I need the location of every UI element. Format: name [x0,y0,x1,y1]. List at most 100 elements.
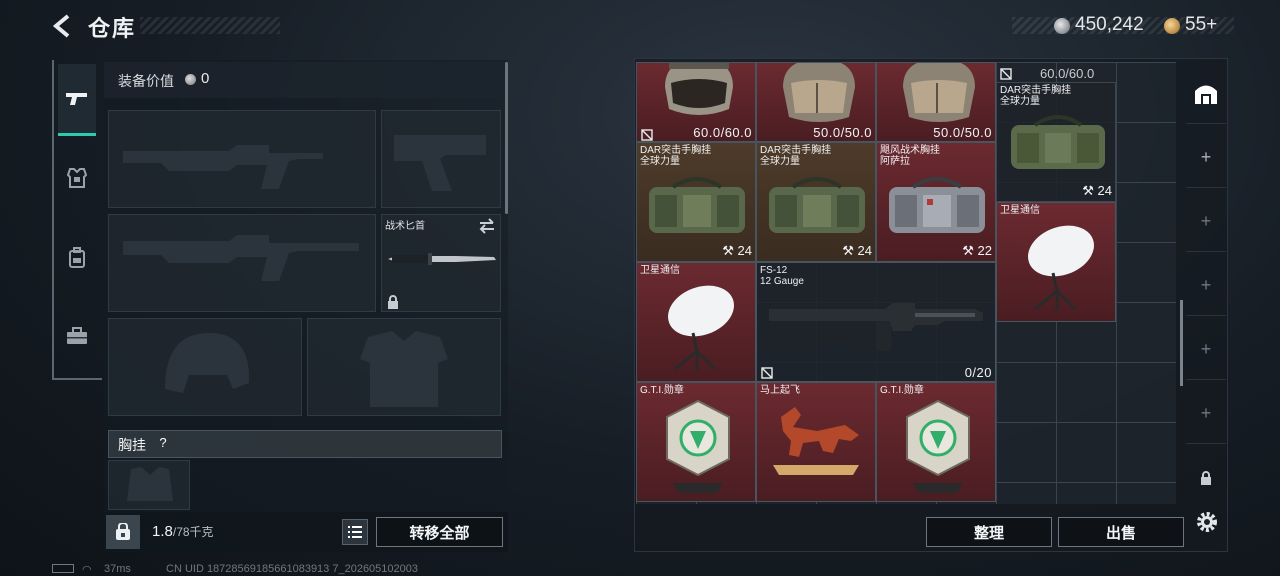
helmet-item-partial[interactable]: 60.0/60.0 [996,62,1116,82]
item-subtitle: 12 Gauge [760,276,804,287]
durability: 60.0/60.0 [1040,66,1095,81]
settings-button[interactable] [1194,509,1220,535]
back-button[interactable] [50,12,78,40]
no-insure-icon [1000,68,1012,80]
no-insure-icon [761,367,773,379]
count-value: 24 [857,243,872,258]
tab-rail-bottom [52,378,102,380]
briefcase-icon [67,327,87,344]
helmet-silhouette-icon [165,333,250,393]
item-name: DAR突击手胸挂 [1000,85,1072,96]
weight-icon [106,515,140,549]
silver-amount: 450,242 [1075,14,1144,35]
durability: 60.0/60.0 [693,125,752,140]
secondary-weapon-slot[interactable] [108,214,376,312]
item-count: ⚒ 22 [962,243,992,258]
chest-rig-silhouette-icon [127,467,173,501]
helmet-item[interactable]: 50.0/50.0 [876,62,996,142]
grid-scrollbar[interactable] [1180,300,1183,386]
no-insure-icon [641,129,653,141]
vest-silhouette-icon [360,331,448,407]
ping-value: 37ms [104,563,131,575]
carry-weight-value: 1.8 [152,523,173,540]
chest-rig-item[interactable]: 飓风战术胸挂 阿萨拉 ⚒ 22 [876,142,996,262]
transfer-all-button[interactable]: 转移全部 [376,517,503,547]
item-name: G.T.I.勋章 [880,385,924,396]
medal-icon [666,399,730,493]
pistol-silhouette-icon [394,135,486,191]
silver-coin-icon [1054,18,1070,34]
item-name: DAR突击手胸挂 [760,145,832,156]
satellite-item[interactable]: 卫星通信 [996,202,1116,322]
swap-icon[interactable] [478,218,496,234]
scrollbar[interactable] [505,62,508,214]
medal-icon [906,399,970,493]
count-value: 24 [737,243,752,258]
horse-item[interactable]: 马上起飞 [756,382,876,502]
plus-icon: + [1200,339,1212,359]
item-name: FS-12 [760,265,788,276]
item-name: 卫星通信 [1000,205,1040,216]
item-name: 马上起飞 [760,385,800,396]
tab-case[interactable] [58,300,96,372]
helmet-item[interactable]: 50.0/50.0 [756,62,876,142]
sell-button[interactable]: 出售 [1058,517,1184,547]
add-tab-button[interactable]: + [1186,320,1226,380]
chevron-left-icon [52,14,70,38]
shotgun-item[interactable]: FS-12 12 Gauge 0/20 [756,262,996,382]
rifle-silhouette-icon [123,145,323,189]
durability: 50.0/50.0 [813,125,872,140]
lock-icon [1201,471,1211,485]
count-value: 22 [977,243,992,258]
chest-rig-slot[interactable] [108,460,190,510]
satellite-dish-icon [1028,225,1094,311]
add-tab-button[interactable]: + [1186,128,1226,188]
chest-rig-item[interactable]: DAR突击手胸挂 全球力量 ⚒ 24 [756,142,876,262]
tab-weapons[interactable] [58,64,96,136]
satellite-item[interactable]: 卫星通信 [636,262,756,382]
help-button[interactable]: ? [153,433,173,453]
item-name: 飓风战术胸挂 [880,145,940,156]
duffel-bag-icon [769,177,865,233]
sidearm-slot[interactable] [381,110,501,208]
chest-rig-item[interactable]: DAR突击手胸挂 全球力量 ⚒ 24 [996,82,1116,202]
gear-icon [1197,512,1217,532]
plus-icon: + [1200,211,1212,231]
count-value: 24 [1097,183,1112,198]
warehouse-icon [1195,85,1217,104]
item-subtitle: 阿萨拉 [880,156,910,167]
medal-item[interactable]: G.T.I.勋章 [636,382,756,502]
locked-tab[interactable] [1186,448,1226,508]
equipment-value-label: 装备价值 [118,73,174,89]
chest-rig-item[interactable]: DAR突击手胸挂 全球力量 ⚒ 24 [636,142,756,262]
knife-slot[interactable]: 战术匕首 [381,214,501,312]
helmet-item[interactable]: 60.0/60.0 [636,62,756,142]
warehouse-grid[interactable]: 60.0/60.0 50.0/50.0 50.0/50.0 60.0/60.0 … [636,62,1176,504]
item-subtitle: 全球力量 [1000,96,1040,107]
body-armor-slot[interactable] [307,318,501,416]
item-count: ⚒ 24 [1082,183,1112,198]
tab-backpack[interactable] [58,222,96,294]
item-subtitle: 全球力量 [640,156,680,167]
add-tab-button[interactable]: + [1186,384,1226,444]
silver-coin-icon [185,74,196,85]
knife-icon [388,253,496,265]
item-count: ⚒ 24 [842,243,872,258]
primary-weapon-slot[interactable] [108,110,376,208]
helmet-slot[interactable] [108,318,302,416]
lock-icon [388,295,398,309]
list-view-button[interactable] [342,519,368,545]
tab-armor[interactable] [58,142,96,214]
item-subtitle: 全球力量 [760,156,800,167]
warehouse-tab[interactable] [1186,64,1226,124]
gold-coin-icon [1164,18,1180,34]
sort-button[interactable]: 整理 [926,517,1052,547]
add-tab-button[interactable]: + [1186,192,1226,252]
helmet-icon [665,63,733,115]
gold-amount[interactable]: 55+ [1185,14,1217,36]
carry-weight-max: /78千克 [172,525,214,539]
item-name: G.T.I.勋章 [640,385,684,396]
shotgun-icon [769,303,983,351]
medal-item[interactable]: G.T.I.勋章 [876,382,996,502]
add-tab-button[interactable]: + [1186,256,1226,316]
